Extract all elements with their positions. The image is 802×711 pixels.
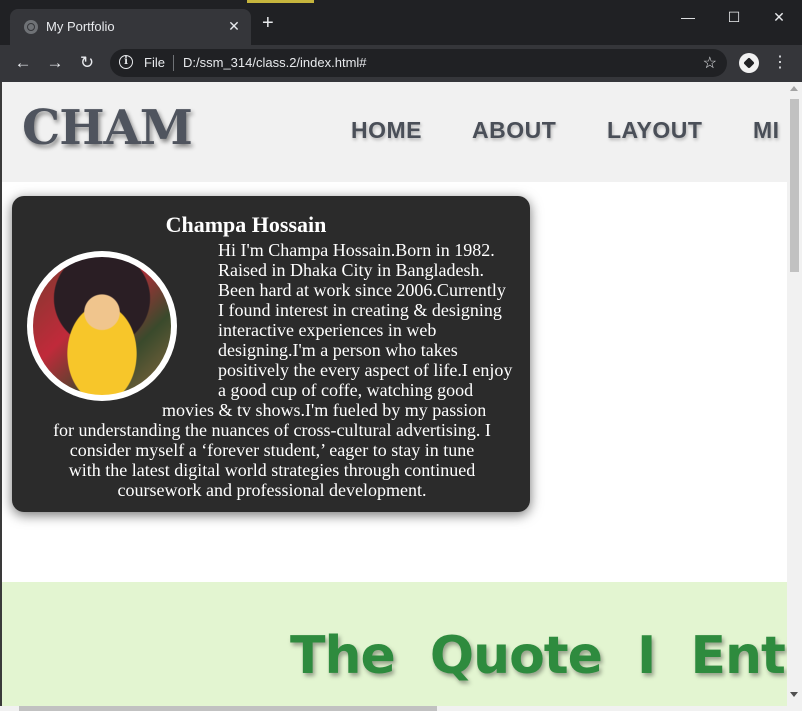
address-bar[interactable]: i File D:/ssm_314/class.2/index.html# ☆ <box>110 49 727 77</box>
bio-line: coursework and professional development. <box>117 480 427 500</box>
bio-line: for understanding the nuances of cross-c… <box>53 420 491 440</box>
info-icon[interactable]: i <box>119 55 133 69</box>
profile-card: Champa Hossain Hi I'm Champa Hossain.Bor… <box>12 196 530 512</box>
bio-line: interactive experiences in web <box>218 320 437 340</box>
address-url[interactable]: D:/ssm_314/class.2/index.html# <box>183 55 367 70</box>
vertical-scrollbar[interactable] <box>787 82 802 706</box>
address-scheme: File <box>144 55 165 70</box>
new-tab-button[interactable]: + <box>262 13 274 33</box>
bookmark-star-icon[interactable]: ☆ <box>703 53 717 73</box>
globe-icon <box>24 20 38 34</box>
bio-line: consider myself a ‘forever student,’ eag… <box>69 440 475 460</box>
horizontal-scrollbar[interactable] <box>0 706 802 711</box>
address-divider <box>173 55 174 71</box>
bio-line: Raised in Dhaka City in Bangladesh. <box>218 260 484 280</box>
forward-button[interactable]: → <box>45 53 65 73</box>
bio-line: movies & tv shows.I'm fueled by my passi… <box>162 400 487 420</box>
nav-link-layout[interactable]: LAYOUT <box>607 117 702 144</box>
bio-line: positively the every aspect of life.I en… <box>218 360 513 380</box>
tab-title: My Portfolio <box>46 19 115 34</box>
site-logo[interactable]: CHAM <box>22 100 193 156</box>
bio-line: Hi I'm Champa Hossain.Born in 1982. <box>218 240 495 260</box>
active-tab[interactable]: My Portfolio ✕ <box>10 9 251 45</box>
quote-section: The Quote I Entirely <box>2 582 787 706</box>
profile-bio: Hi I'm Champa Hossain.Born in 1982. Rais… <box>22 240 522 500</box>
horizontal-scroll-thumb[interactable] <box>19 706 437 711</box>
bio-line: I found interest in creating & designing <box>218 300 502 320</box>
window-left-border <box>0 82 2 711</box>
page-viewport: CHAM HOME ABOUT LAYOUT MI Champa Hossain… <box>2 82 787 706</box>
minimize-button[interactable]: — <box>665 6 711 30</box>
profile-name: Champa Hossain <box>165 212 327 237</box>
site-header: CHAM HOME ABOUT LAYOUT MI <box>2 82 787 182</box>
bio-line: designing.I'm a person who takes <box>218 340 458 360</box>
nav-link-truncated[interactable]: MI <box>753 117 780 144</box>
browser-menu-button[interactable]: ⋮ <box>772 53 788 73</box>
quote-heading: The Quote I Entirely <box>290 626 787 686</box>
back-button[interactable]: ← <box>13 53 33 73</box>
maximize-button[interactable]: ☐ <box>711 6 757 30</box>
tab-strip: My Portfolio ✕ + — ☐ ✕ <box>0 0 802 45</box>
bio-line: a good cup of coffe, watching good <box>218 380 474 400</box>
scroll-up-arrow-icon[interactable] <box>790 86 798 91</box>
browser-toolbar: ← → ↻ i File D:/ssm_314/class.2/index.ht… <box>0 45 802 82</box>
scroll-down-arrow-icon[interactable] <box>790 692 798 697</box>
extension-icon[interactable] <box>739 53 759 73</box>
nav-link-about[interactable]: ABOUT <box>472 117 556 144</box>
reload-button[interactable]: ↻ <box>77 53 97 73</box>
vertical-scroll-thumb[interactable] <box>790 99 799 272</box>
nav-link-home[interactable]: HOME <box>351 117 422 144</box>
tab-close-button[interactable]: ✕ <box>225 17 243 35</box>
bio-line: Been hard at work since 2006.Currently <box>218 280 506 300</box>
tab-strip-accent <box>247 0 314 3</box>
bio-line: with the latest digital world strategies… <box>68 460 476 480</box>
close-window-button[interactable]: ✕ <box>756 6 802 30</box>
